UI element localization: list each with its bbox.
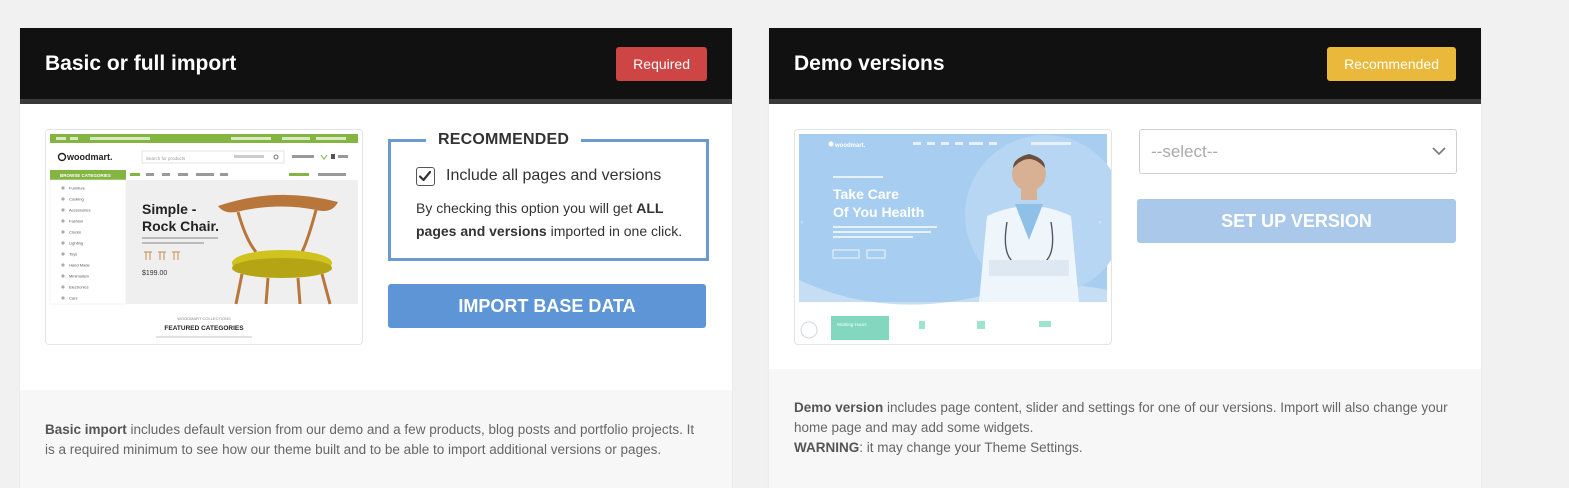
footer-text: includes page content, slider and settin… xyxy=(794,400,1448,435)
panel-title: Basic or full import xyxy=(45,52,237,75)
preview-hero-line: Take Care xyxy=(833,186,899,202)
preview-menu-item: Clocks xyxy=(69,230,81,235)
svg-text:‹: ‹ xyxy=(801,220,803,226)
basic-import-panel: Basic or full import Required woodmart. … xyxy=(20,28,732,488)
footer-bold: Basic import xyxy=(45,422,127,437)
preview-browse-categories: BROWSE CATEGORIES xyxy=(60,173,111,178)
preview-hero-line: Of You Health xyxy=(833,204,924,220)
preview-logo: woodmart. xyxy=(66,152,113,162)
recommended-box: RECOMMENDED Include all pages and versio… xyxy=(388,131,709,261)
preview-menu-item: Cars xyxy=(69,296,77,301)
preview-menu-item: Accessories xyxy=(69,208,91,213)
footer-text: : it may change your Theme Settings. xyxy=(859,440,1083,455)
import-base-data-button[interactable]: IMPORT BASE DATA xyxy=(388,284,706,328)
panel-header: Demo versions Recommended xyxy=(769,28,1481,104)
basic-import-footer: Basic import includes default version fr… xyxy=(20,390,732,488)
desc-text: imported in one click. xyxy=(546,223,683,239)
recommended-legend: RECOMMENDED xyxy=(426,131,582,149)
panel-header: Basic or full import Required xyxy=(20,28,732,104)
demo-version-preview: woodmart. Take Care Of You Health ‹ › Wo… xyxy=(794,129,1112,345)
preview-menu-item: Furniture xyxy=(69,186,86,191)
preview-price: $199.00 xyxy=(142,270,167,277)
include-all-label[interactable]: Include all pages and versions xyxy=(446,167,661,185)
desc-text: By checking this option you will get xyxy=(416,200,637,216)
preview-hero-title: Simple - xyxy=(142,201,197,217)
footer-description: Demo version includes page content, slid… xyxy=(769,369,1481,458)
chevron-down-icon xyxy=(1432,147,1446,156)
checkmark-icon xyxy=(418,170,432,182)
demo-versions-panel: Demo versions Recommended woodmart. Take… xyxy=(769,28,1481,488)
preview-search: Search for products xyxy=(146,156,186,161)
preview-section-title: FEATURED CATEGORIES xyxy=(164,325,244,332)
svg-text:›: › xyxy=(1099,220,1101,226)
preview-menu-item: Fashion xyxy=(69,219,83,224)
demo-versions-footer: Demo version includes page content, slid… xyxy=(769,369,1481,488)
preview-menu-item: Electronics xyxy=(69,285,89,290)
recommended-description: By checking this option you will get ALL… xyxy=(416,197,696,243)
required-badge: Required xyxy=(616,47,707,81)
recommended-badge: Recommended xyxy=(1327,47,1456,81)
preview-logo: woodmart. xyxy=(834,143,866,149)
set-up-version-button[interactable]: SET UP VERSION xyxy=(1137,199,1456,243)
footer-warning: WARNING xyxy=(794,440,860,455)
demo-preview-illustration: woodmart. Take Care Of You Health ‹ › Wo… xyxy=(795,130,1111,344)
preview-menu-item: Cooking xyxy=(69,197,84,202)
preview-menu-item: Toys xyxy=(69,252,77,257)
footer-text: includes default version from our demo a… xyxy=(45,422,695,457)
select-value: --select-- xyxy=(1151,142,1219,161)
woodmart-demo-preview: woodmart. Search for products BROWSE CAT… xyxy=(45,129,363,345)
preview-menu-item: Lighting xyxy=(69,241,83,246)
preview-menu-item: Minimalism xyxy=(69,274,90,279)
preview-section-small: WOODMART COLLECTIONS xyxy=(177,316,231,321)
panel-title: Demo versions xyxy=(794,52,945,75)
footer-description: Basic import includes default version fr… xyxy=(20,390,732,460)
footer-bold: Demo version xyxy=(794,400,884,415)
version-select[interactable]: --select-- xyxy=(1139,129,1457,174)
preview-card-label: Working Hours xyxy=(837,322,867,327)
include-all-checkbox[interactable] xyxy=(416,167,435,186)
preview-hero-title: Rock Chair. xyxy=(142,218,219,234)
demo-preview-illustration: woodmart. Search for products BROWSE CAT… xyxy=(46,130,362,344)
preview-menu-item: Hand Made xyxy=(69,263,90,268)
